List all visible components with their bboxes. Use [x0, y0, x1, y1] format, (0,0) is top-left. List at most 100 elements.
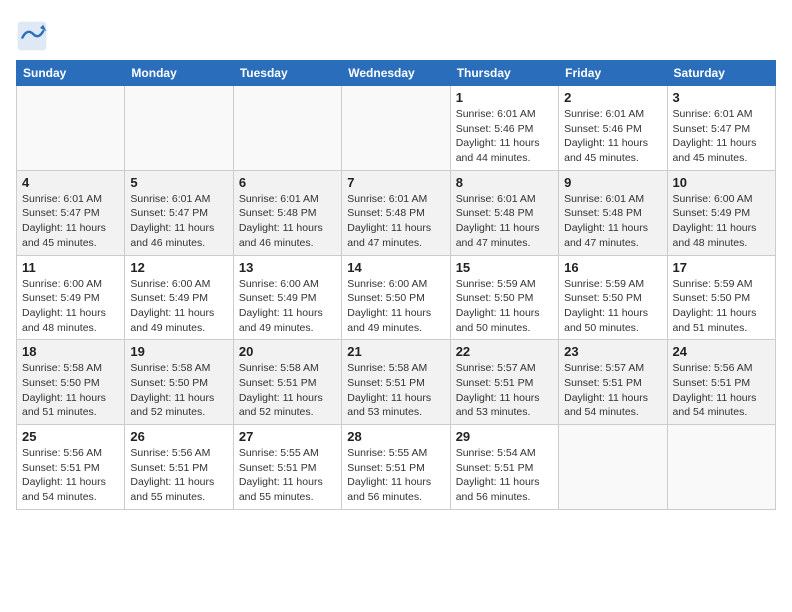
calendar-cell: 1Sunrise: 6:01 AM Sunset: 5:46 PM Daylig…: [450, 86, 558, 171]
day-info: Sunrise: 5:59 AM Sunset: 5:50 PM Dayligh…: [673, 277, 770, 336]
day-number: 20: [239, 344, 336, 359]
day-info: Sunrise: 5:57 AM Sunset: 5:51 PM Dayligh…: [456, 361, 553, 420]
day-info: Sunrise: 6:00 AM Sunset: 5:49 PM Dayligh…: [673, 192, 770, 251]
calendar-cell: [233, 86, 341, 171]
calendar-cell: 4 Sunrise: 6:01 AM Sunset: 5:47 PM Daylig…: [17, 170, 125, 255]
calendar-table: SundayMondayTuesdayWednesdayThursdayFrid…: [16, 60, 776, 510]
day-number: 29: [456, 429, 553, 444]
day-number: 10: [673, 175, 770, 190]
calendar-cell: 21 Sunrise: 5:58 AM Sunset: 5:51 PM Dayli…: [342, 340, 450, 425]
calendar-cell: 17 Sunrise: 5:59 AM Sunset: 5:50 PM Dayli…: [667, 255, 775, 340]
calendar-cell: 18 Sunrise: 5:58 AM Sunset: 5:50 PM Dayli…: [17, 340, 125, 425]
calendar-cell: 26 Sunrise: 5:56 AM Sunset: 5:51 PM Dayli…: [125, 425, 233, 510]
day-info: Sunrise: 6:00 AM Sunset: 5:49 PM Dayligh…: [239, 277, 336, 336]
day-number: 12: [130, 260, 227, 275]
week-row-3: 11 Sunrise: 6:00 AM Sunset: 5:49 PM Dayli…: [17, 255, 776, 340]
day-number: 5: [130, 175, 227, 190]
calendar-cell: 11 Sunrise: 6:00 AM Sunset: 5:49 PM Dayli…: [17, 255, 125, 340]
day-info: Sunrise: 5:55 AM Sunset: 5:51 PM Dayligh…: [347, 446, 444, 505]
day-number: 2: [564, 90, 661, 105]
calendar-cell: 10 Sunrise: 6:00 AM Sunset: 5:49 PM Dayli…: [667, 170, 775, 255]
calendar-cell: [559, 425, 667, 510]
day-number: 25: [22, 429, 119, 444]
col-header-saturday: Saturday: [667, 61, 775, 86]
calendar-cell: 27Sunrise: 5:55 AM Sunset: 5:51 PM Dayli…: [233, 425, 341, 510]
day-info: Sunrise: 6:01 AM Sunset: 5:47 PM Dayligh…: [130, 192, 227, 251]
day-number: 26: [130, 429, 227, 444]
day-info: Sunrise: 5:58 AM Sunset: 5:51 PM Dayligh…: [239, 361, 336, 420]
day-number: 6: [239, 175, 336, 190]
day-info: Sunrise: 6:01 AM Sunset: 5:48 PM Dayligh…: [456, 192, 553, 251]
calendar-cell: 5 Sunrise: 6:01 AM Sunset: 5:47 PM Daylig…: [125, 170, 233, 255]
col-header-wednesday: Wednesday: [342, 61, 450, 86]
day-info: Sunrise: 6:00 AM Sunset: 5:50 PM Dayligh…: [347, 277, 444, 336]
col-header-monday: Monday: [125, 61, 233, 86]
day-number: 4: [22, 175, 119, 190]
calendar-cell: 3 Sunrise: 6:01 AM Sunset: 5:47 PM Daylig…: [667, 86, 775, 171]
col-header-thursday: Thursday: [450, 61, 558, 86]
day-number: 7: [347, 175, 444, 190]
day-info: Sunrise: 6:01 AM Sunset: 5:48 PM Dayligh…: [564, 192, 661, 251]
calendar-cell: 23 Sunrise: 5:57 AM Sunset: 5:51 PM Dayli…: [559, 340, 667, 425]
week-row-5: 25 Sunrise: 5:56 AM Sunset: 5:51 PM Dayli…: [17, 425, 776, 510]
calendar-cell: 29 Sunrise: 5:54 AM Sunset: 5:51 PM Dayli…: [450, 425, 558, 510]
calendar-cell: 13 Sunrise: 6:00 AM Sunset: 5:49 PM Dayli…: [233, 255, 341, 340]
day-info: Sunrise: 5:56 AM Sunset: 5:51 PM Dayligh…: [22, 446, 119, 505]
week-row-2: 4 Sunrise: 6:01 AM Sunset: 5:47 PM Daylig…: [17, 170, 776, 255]
day-number: 18: [22, 344, 119, 359]
day-info: Sunrise: 5:56 AM Sunset: 5:51 PM Dayligh…: [673, 361, 770, 420]
day-info: Sunrise: 6:01 AM Sunset: 5:46 PM Dayligh…: [564, 107, 661, 166]
day-info: Sunrise: 6:00 AM Sunset: 5:49 PM Dayligh…: [22, 277, 119, 336]
calendar-cell: 28Sunrise: 5:55 AM Sunset: 5:51 PM Dayli…: [342, 425, 450, 510]
day-number: 17: [673, 260, 770, 275]
calendar-cell: 9 Sunrise: 6:01 AM Sunset: 5:48 PM Daylig…: [559, 170, 667, 255]
calendar-cell: [667, 425, 775, 510]
day-info: Sunrise: 5:56 AM Sunset: 5:51 PM Dayligh…: [130, 446, 227, 505]
calendar-cell: 24 Sunrise: 5:56 AM Sunset: 5:51 PM Dayli…: [667, 340, 775, 425]
day-number: 9: [564, 175, 661, 190]
col-header-tuesday: Tuesday: [233, 61, 341, 86]
calendar-cell: 8 Sunrise: 6:01 AM Sunset: 5:48 PM Daylig…: [450, 170, 558, 255]
day-info: Sunrise: 6:01 AM Sunset: 5:46 PM Dayligh…: [456, 107, 553, 166]
day-number: 8: [456, 175, 553, 190]
calendar-cell: 12 Sunrise: 6:00 AM Sunset: 5:49 PM Dayli…: [125, 255, 233, 340]
col-header-friday: Friday: [559, 61, 667, 86]
calendar-cell: [342, 86, 450, 171]
day-number: 23: [564, 344, 661, 359]
day-info: Sunrise: 5:58 AM Sunset: 5:50 PM Dayligh…: [22, 361, 119, 420]
day-number: 21: [347, 344, 444, 359]
calendar-cell: 22Sunrise: 5:57 AM Sunset: 5:51 PM Dayli…: [450, 340, 558, 425]
day-info: Sunrise: 6:01 AM Sunset: 5:47 PM Dayligh…: [673, 107, 770, 166]
calendar-cell: 20 Sunrise: 5:58 AM Sunset: 5:51 PM Dayli…: [233, 340, 341, 425]
day-info: Sunrise: 6:01 AM Sunset: 5:47 PM Dayligh…: [22, 192, 119, 251]
day-number: 14: [347, 260, 444, 275]
day-number: 27: [239, 429, 336, 444]
calendar-cell: 25 Sunrise: 5:56 AM Sunset: 5:51 PM Dayli…: [17, 425, 125, 510]
day-info: Sunrise: 6:01 AM Sunset: 5:48 PM Dayligh…: [239, 192, 336, 251]
calendar-cell: 6 Sunrise: 6:01 AM Sunset: 5:48 PM Daylig…: [233, 170, 341, 255]
logo-icon: [16, 20, 48, 52]
day-info: Sunrise: 5:58 AM Sunset: 5:50 PM Dayligh…: [130, 361, 227, 420]
day-number: 16: [564, 260, 661, 275]
calendar-cell: [125, 86, 233, 171]
calendar-cell: 15 Sunrise: 5:59 AM Sunset: 5:50 PM Dayli…: [450, 255, 558, 340]
week-row-1: 1Sunrise: 6:01 AM Sunset: 5:46 PM Daylig…: [17, 86, 776, 171]
day-number: 11: [22, 260, 119, 275]
day-info: Sunrise: 6:00 AM Sunset: 5:49 PM Dayligh…: [130, 277, 227, 336]
week-row-4: 18 Sunrise: 5:58 AM Sunset: 5:50 PM Dayli…: [17, 340, 776, 425]
logo: [16, 20, 52, 52]
day-info: Sunrise: 5:57 AM Sunset: 5:51 PM Dayligh…: [564, 361, 661, 420]
day-number: 15: [456, 260, 553, 275]
page-header: [16, 16, 776, 52]
day-info: Sunrise: 5:59 AM Sunset: 5:50 PM Dayligh…: [456, 277, 553, 336]
calendar-cell: 2 Sunrise: 6:01 AM Sunset: 5:46 PM Daylig…: [559, 86, 667, 171]
calendar-cell: 7Sunrise: 6:01 AM Sunset: 5:48 PM Daylig…: [342, 170, 450, 255]
day-number: 13: [239, 260, 336, 275]
calendar-cell: [17, 86, 125, 171]
day-number: 24: [673, 344, 770, 359]
day-info: Sunrise: 5:54 AM Sunset: 5:51 PM Dayligh…: [456, 446, 553, 505]
day-info: Sunrise: 5:58 AM Sunset: 5:51 PM Dayligh…: [347, 361, 444, 420]
col-header-sunday: Sunday: [17, 61, 125, 86]
day-number: 3: [673, 90, 770, 105]
day-number: 19: [130, 344, 227, 359]
